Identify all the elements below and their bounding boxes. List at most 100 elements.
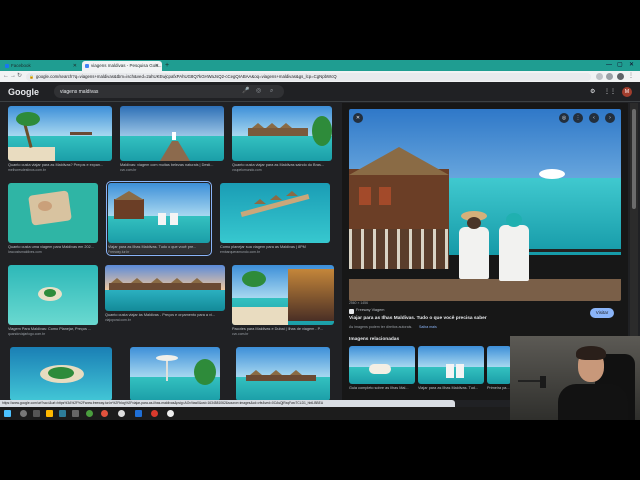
related-item[interactable]: Viajar para as Ilhas Maldivas. Tud... (418, 346, 484, 391)
preview-site[interactable]: Freeway Viagem (356, 308, 384, 312)
tab-label: Facebook (11, 63, 31, 68)
chevron-right-icon[interactable]: › (605, 113, 615, 123)
url-text: google.com/search?q=viagens+maldivas&tbm… (36, 73, 337, 79)
result-source: cvc.com.br (232, 332, 249, 336)
related-thumbnail[interactable] (418, 346, 484, 384)
app-icon[interactable] (59, 410, 66, 417)
reload-icon[interactable]: ↻ (17, 71, 22, 82)
result-thumbnail[interactable] (120, 106, 224, 161)
settings-icon[interactable]: ⚙ (590, 87, 595, 97)
result-source: quandoviajarlogo.com.br (8, 332, 46, 336)
result-item[interactable]: Quanto custa uma viagem para Maldivas em… (8, 183, 98, 254)
file-explorer-icon[interactable] (46, 410, 53, 417)
result-thumbnail[interactable] (105, 265, 225, 311)
lens-icon[interactable]: ◎ (256, 87, 261, 96)
address-toolbar: ← → ↻ google.com/search?q=viagens+maldiv… (0, 71, 640, 82)
more-options-icon[interactable]: ⋮ (573, 113, 583, 123)
google-logo[interactable]: Google (8, 87, 39, 97)
image-dimensions: 2560 × 1456 (349, 301, 368, 305)
task-view-icon[interactable] (33, 410, 40, 417)
result-thumbnail[interactable] (8, 265, 98, 325)
webcam-overlay (510, 336, 640, 420)
search-icon[interactable] (20, 410, 27, 417)
app-icon[interactable] (101, 410, 108, 417)
search-input[interactable] (60, 87, 230, 96)
result-source: lowcostsmaldives.com (8, 250, 42, 254)
google-icon (85, 64, 89, 68)
result-item[interactable]: Quanto custa viajar para as Maldivas sai… (232, 106, 332, 172)
back-icon[interactable]: ← (3, 71, 9, 82)
lock-icon[interactable]: 🔒 (29, 74, 34, 79)
visit-button[interactable]: Visitar (590, 308, 614, 318)
apps-grid-icon[interactable]: ⋮⋮ (604, 87, 616, 97)
result-item[interactable]: Quanto custa viajar para as Maldivas? Pr… (8, 106, 112, 172)
profile-icon[interactable] (617, 73, 624, 80)
result-source: cvc.com.br (120, 168, 137, 172)
result-thumbnail[interactable] (130, 347, 220, 400)
result-thumbnail[interactable] (232, 106, 332, 161)
preview-title[interactable]: Viajar para as Ilhas Maldivas. Tudo o qu… (349, 316, 487, 321)
search-icon[interactable]: ⌕ (270, 87, 273, 96)
app-icon[interactable] (167, 410, 174, 417)
close-window-icon[interactable]: ✕ (629, 60, 634, 71)
scrollbar-thumb[interactable] (632, 109, 636, 209)
app-icon[interactable] (135, 410, 142, 417)
related-caption: Guia completo sobre as Ilhas Mal... (349, 386, 409, 390)
result-source: voupelomundo.com (232, 168, 262, 172)
related-item[interactable]: Primeira pa... (487, 346, 511, 391)
learn-more-link[interactable]: Saiba mais (419, 325, 437, 329)
maximize-icon[interactable]: ▢ (617, 60, 623, 71)
result-item[interactable]: Quanto custa viajar às Maldivas - Preços… (105, 265, 225, 322)
result-thumbnail[interactable] (232, 265, 334, 325)
related-item[interactable]: Guia completo sobre as Ilhas Mal... (349, 346, 415, 391)
result-item[interactable] (130, 347, 220, 400)
tab-strip: Facebook ✕ viagens maldivas - Pesquisa G… (0, 60, 640, 71)
result-item[interactable]: Maldivas: viagem com muitas belezas natu… (120, 106, 224, 172)
close-tab-icon[interactable]: ✕ (155, 61, 159, 71)
result-item[interactable]: Viagem Para Maldivas: Como Planejar, Pre… (8, 265, 98, 336)
minimize-icon[interactable]: — (606, 60, 612, 71)
tab-facebook[interactable]: Facebook ✕ (2, 61, 80, 71)
lens-icon[interactable]: ◎ (559, 113, 569, 123)
result-item[interactable] (10, 347, 112, 400)
menu-dots-icon[interactable]: ⋮ (628, 71, 634, 82)
result-thumbnail[interactable] (8, 183, 98, 243)
extension-icon[interactable] (596, 73, 603, 80)
related-thumbnail[interactable] (487, 346, 511, 384)
app-icon[interactable] (151, 410, 158, 417)
header-actions: ⚙ ⋮⋮ M (590, 87, 632, 97)
result-item[interactable] (236, 347, 330, 400)
result-source: Freeway.tur.br (108, 250, 130, 254)
avatar[interactable]: M (622, 87, 632, 97)
google-header: Google 🎤 ◎ ⌕ ⚙ ⋮⋮ M (0, 82, 640, 102)
tab-google-images[interactable]: viagens maldivas - Pesquisa Goo... ✕ (82, 61, 162, 71)
result-item[interactable]: Como planejar sua viagem para as Maldiva… (220, 183, 330, 254)
puzzle-icon[interactable] (606, 73, 613, 80)
result-source: melhoresdestinos.com.br (8, 168, 46, 172)
close-icon[interactable]: ✕ (353, 113, 363, 123)
result-thumbnail[interactable] (220, 183, 330, 243)
result-item[interactable]: Pacotes para Maldivas e Dubai | Ilhas de… (232, 265, 334, 336)
tab-label: viagens maldivas - Pesquisa Goo... (91, 63, 162, 68)
windows-start-icon[interactable] (4, 410, 11, 417)
app-icon[interactable] (72, 410, 79, 417)
result-thumbnail[interactable] (108, 183, 210, 243)
image-results-grid: Quanto custa viajar para as Maldivas? Pr… (0, 103, 340, 400)
related-thumbnail[interactable] (349, 346, 415, 384)
chevron-left-icon[interactable]: ‹ (589, 113, 599, 123)
mic-icon[interactable]: 🎤 (242, 87, 249, 96)
result-source: viajoporai.com.br (105, 318, 131, 322)
result-thumbnail[interactable] (8, 106, 112, 161)
new-tab-button[interactable]: + (165, 61, 169, 71)
close-tab-icon[interactable]: ✕ (73, 61, 77, 71)
url-bar[interactable]: google.com/search?q=viagens+maldivas&tbm… (26, 72, 591, 81)
chrome-icon[interactable] (118, 410, 125, 417)
result-item-selected[interactable]: Viajar para as Ilhas Maldivas. Tudo o qu… (106, 181, 212, 256)
forward-icon[interactable]: → (10, 71, 16, 82)
result-thumbnail[interactable] (10, 347, 112, 400)
preview-image[interactable]: ✕ ◎ ⋮ ‹ › (349, 109, 621, 301)
chrome-icon[interactable] (86, 410, 93, 417)
result-thumbnail[interactable] (236, 347, 330, 400)
search-box[interactable]: 🎤 ◎ ⌕ (54, 85, 284, 98)
related-caption: Viajar para as Ilhas Maldivas. Tud... (418, 386, 479, 390)
